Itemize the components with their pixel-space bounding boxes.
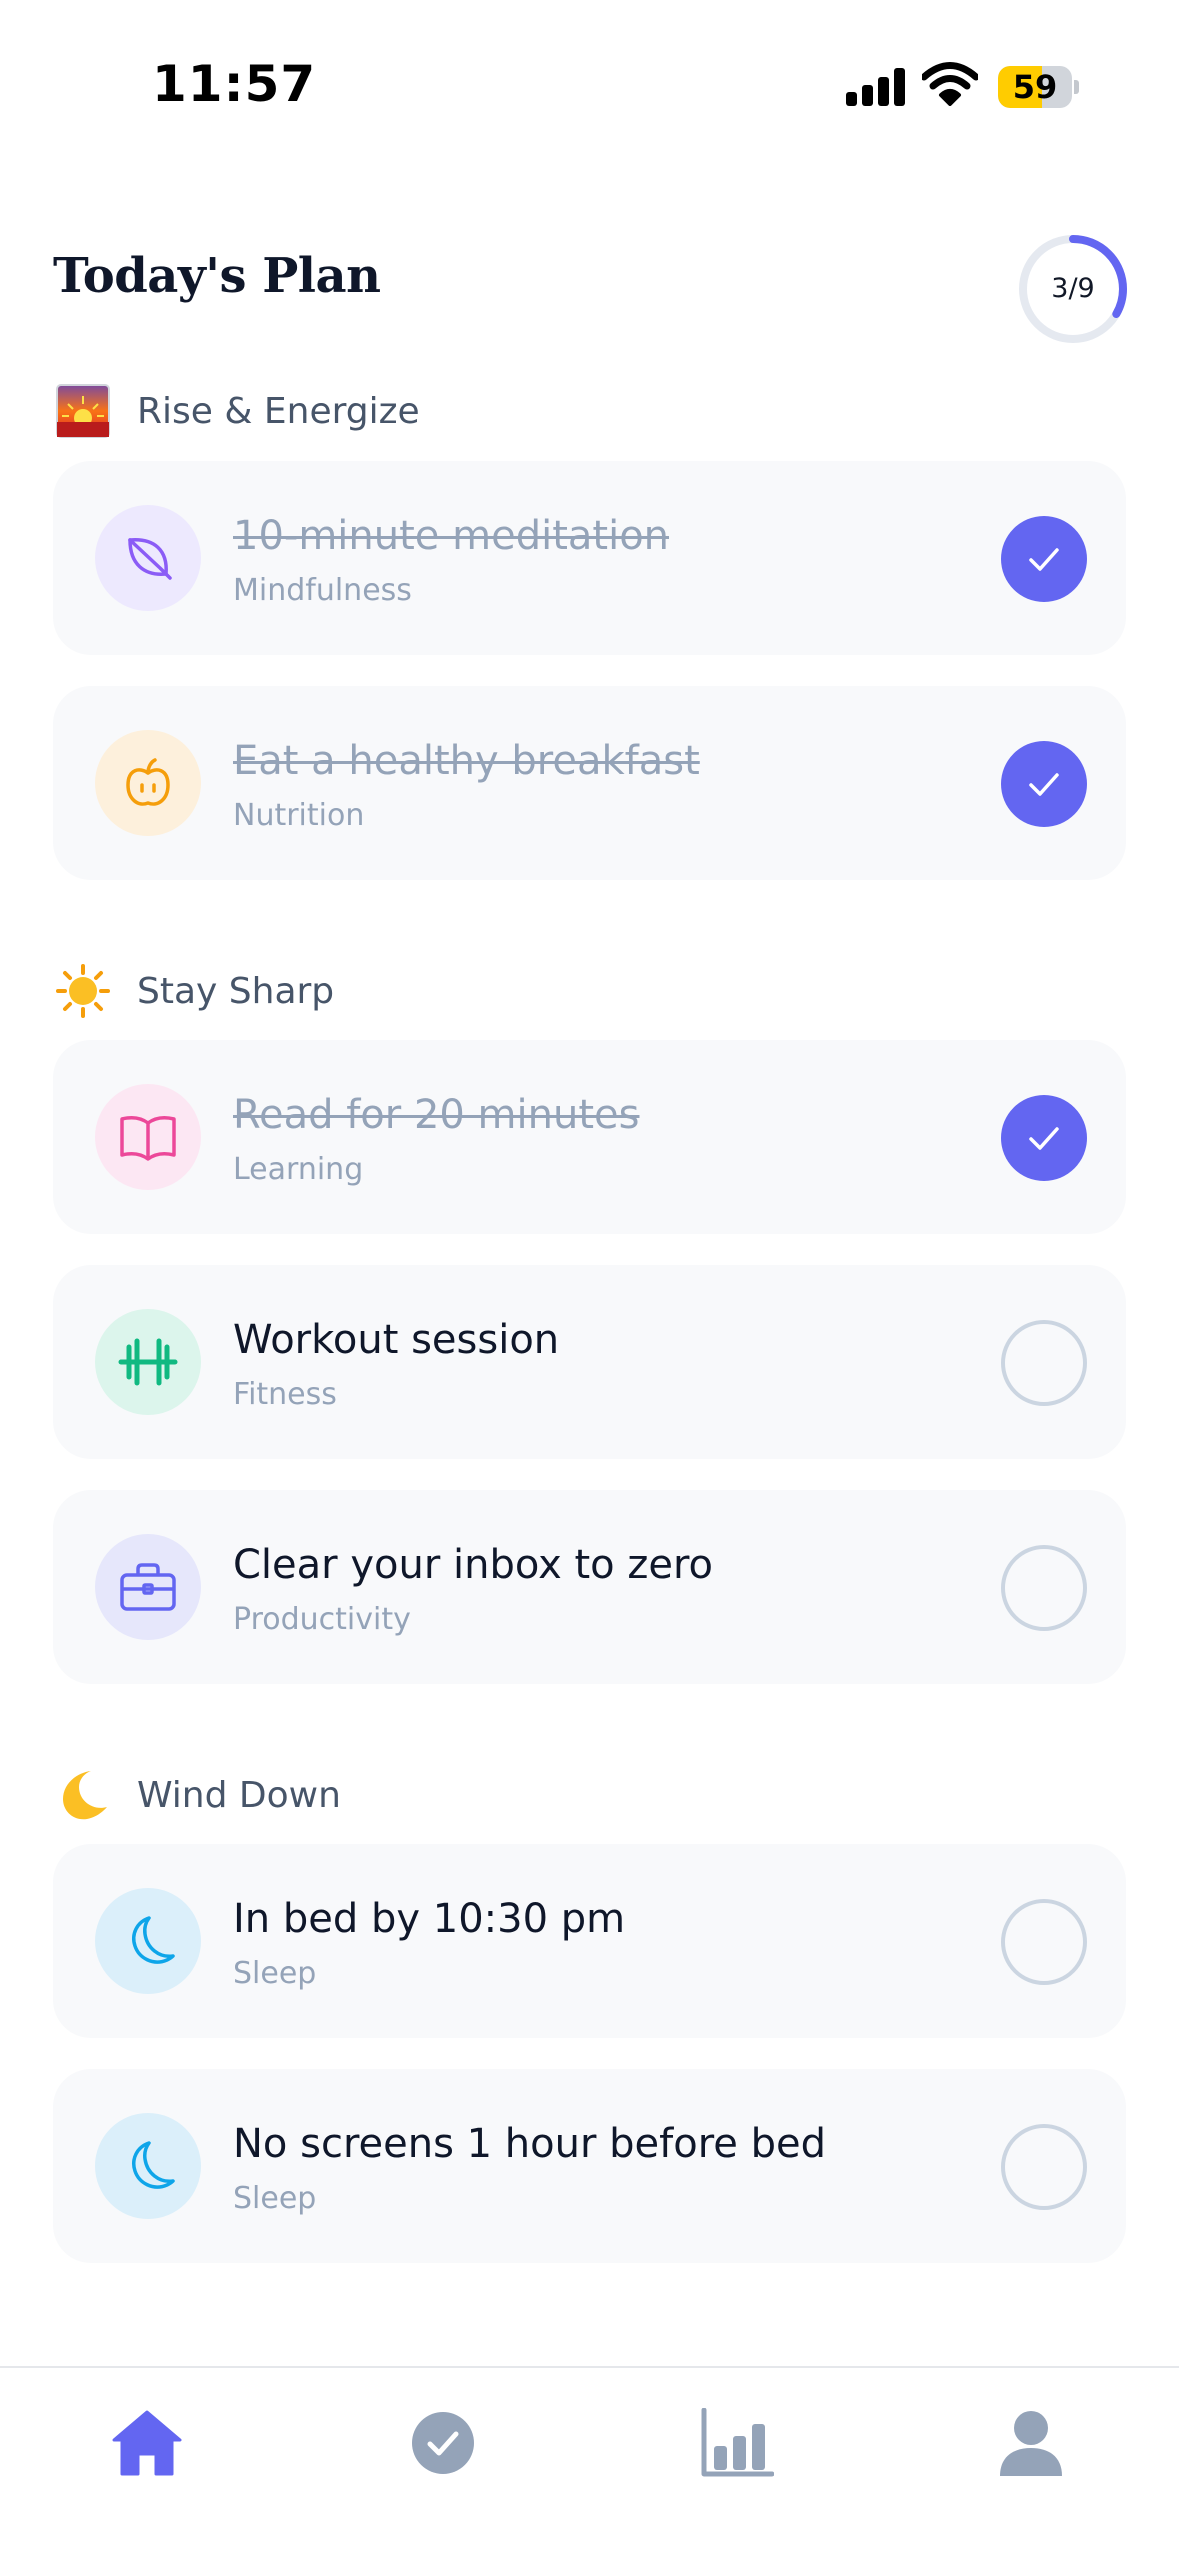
task-title: Read for 20 minutes bbox=[233, 1092, 640, 1138]
battery-level: 59 bbox=[1012, 68, 1058, 106]
section-label: Wind Down bbox=[137, 1774, 341, 1816]
tab-tasks[interactable] bbox=[383, 2388, 503, 2498]
task-category: Learning bbox=[233, 1152, 364, 1187]
check-circle-icon bbox=[412, 2412, 474, 2474]
section-label: Stay Sharp bbox=[137, 970, 335, 1012]
task-card-workout[interactable]: Workout session Fitness bbox=[53, 1265, 1126, 1459]
checkmark-icon bbox=[1029, 548, 1059, 571]
person-icon bbox=[1000, 2411, 1062, 2476]
task-category: Productivity bbox=[233, 1602, 411, 1637]
task-category: Nutrition bbox=[233, 798, 365, 833]
status-time: 11:57 bbox=[152, 55, 317, 113]
task-checkbox-checked[interactable] bbox=[1001, 1095, 1087, 1181]
dumbbell-icon bbox=[95, 1309, 201, 1415]
crescent-moon-icon bbox=[55, 1767, 111, 1823]
progress-count: 3/9 bbox=[1051, 273, 1095, 304]
task-title: In bed by 10:30 pm bbox=[233, 1896, 626, 1942]
task-category: Fitness bbox=[233, 1377, 337, 1412]
task-title: Workout session bbox=[233, 1317, 560, 1363]
battery-indicator: 59 bbox=[998, 66, 1079, 108]
book-icon bbox=[95, 1084, 201, 1190]
checkmark-icon bbox=[1029, 773, 1059, 796]
moon-icon bbox=[95, 1888, 201, 1994]
task-card-bedtime[interactable]: In bed by 10:30 pm Sleep bbox=[53, 1844, 1126, 2038]
task-category: Sleep bbox=[233, 2181, 317, 2216]
sunrise-icon bbox=[55, 383, 111, 439]
briefcase-icon bbox=[95, 1534, 201, 1640]
task-title: Clear your inbox to zero bbox=[233, 1542, 713, 1588]
task-checkbox-unchecked[interactable] bbox=[1001, 1545, 1087, 1631]
section-header-stay-sharp: Stay Sharp bbox=[55, 963, 334, 1019]
task-card-inbox[interactable]: Clear your inbox to zero Productivity bbox=[53, 1490, 1126, 1684]
home-icon bbox=[112, 2410, 182, 2476]
task-card-meditation[interactable]: 10-minute meditation Mindfulness bbox=[53, 461, 1126, 655]
tab-bar bbox=[0, 2366, 1179, 2556]
section-label: Rise & Energize bbox=[137, 390, 420, 432]
task-checkbox-unchecked[interactable] bbox=[1001, 2124, 1087, 2210]
task-checkbox-unchecked[interactable] bbox=[1001, 1899, 1087, 1985]
task-title: Eat a healthy breakfast bbox=[233, 738, 700, 784]
task-card-reading[interactable]: Read for 20 minutes Learning bbox=[53, 1040, 1126, 1234]
tab-profile[interactable] bbox=[971, 2388, 1091, 2498]
task-title: No screens 1 hour before bed bbox=[233, 2121, 826, 2167]
sun-icon bbox=[55, 963, 111, 1019]
task-card-no-screens[interactable]: No screens 1 hour before bed Sleep bbox=[53, 2069, 1126, 2263]
task-checkbox-checked[interactable] bbox=[1001, 741, 1087, 827]
task-checkbox-checked[interactable] bbox=[1001, 516, 1087, 602]
status-bar: 11:57 59 bbox=[0, 0, 1179, 175]
task-category: Mindfulness bbox=[233, 573, 412, 608]
task-checkbox-unchecked[interactable] bbox=[1001, 1320, 1087, 1406]
tab-stats[interactable] bbox=[677, 2388, 797, 2498]
section-header-wind-down: Wind Down bbox=[55, 1767, 341, 1823]
tab-home[interactable] bbox=[87, 2388, 207, 2498]
leaf-icon bbox=[95, 505, 201, 611]
task-category: Sleep bbox=[233, 1956, 317, 1991]
section-header-rise-energize: Rise & Energize bbox=[55, 383, 420, 439]
moon-icon bbox=[95, 2113, 201, 2219]
cellular-signal-icon bbox=[846, 66, 906, 106]
bar-chart-icon bbox=[701, 2408, 774, 2477]
wifi-icon bbox=[920, 62, 980, 106]
page-title: Today's Plan bbox=[53, 248, 381, 304]
checkmark-icon bbox=[1029, 1127, 1059, 1150]
task-card-breakfast[interactable]: Eat a healthy breakfast Nutrition bbox=[53, 686, 1126, 880]
task-title: 10-minute meditation bbox=[233, 513, 670, 559]
apple-icon bbox=[95, 730, 201, 836]
